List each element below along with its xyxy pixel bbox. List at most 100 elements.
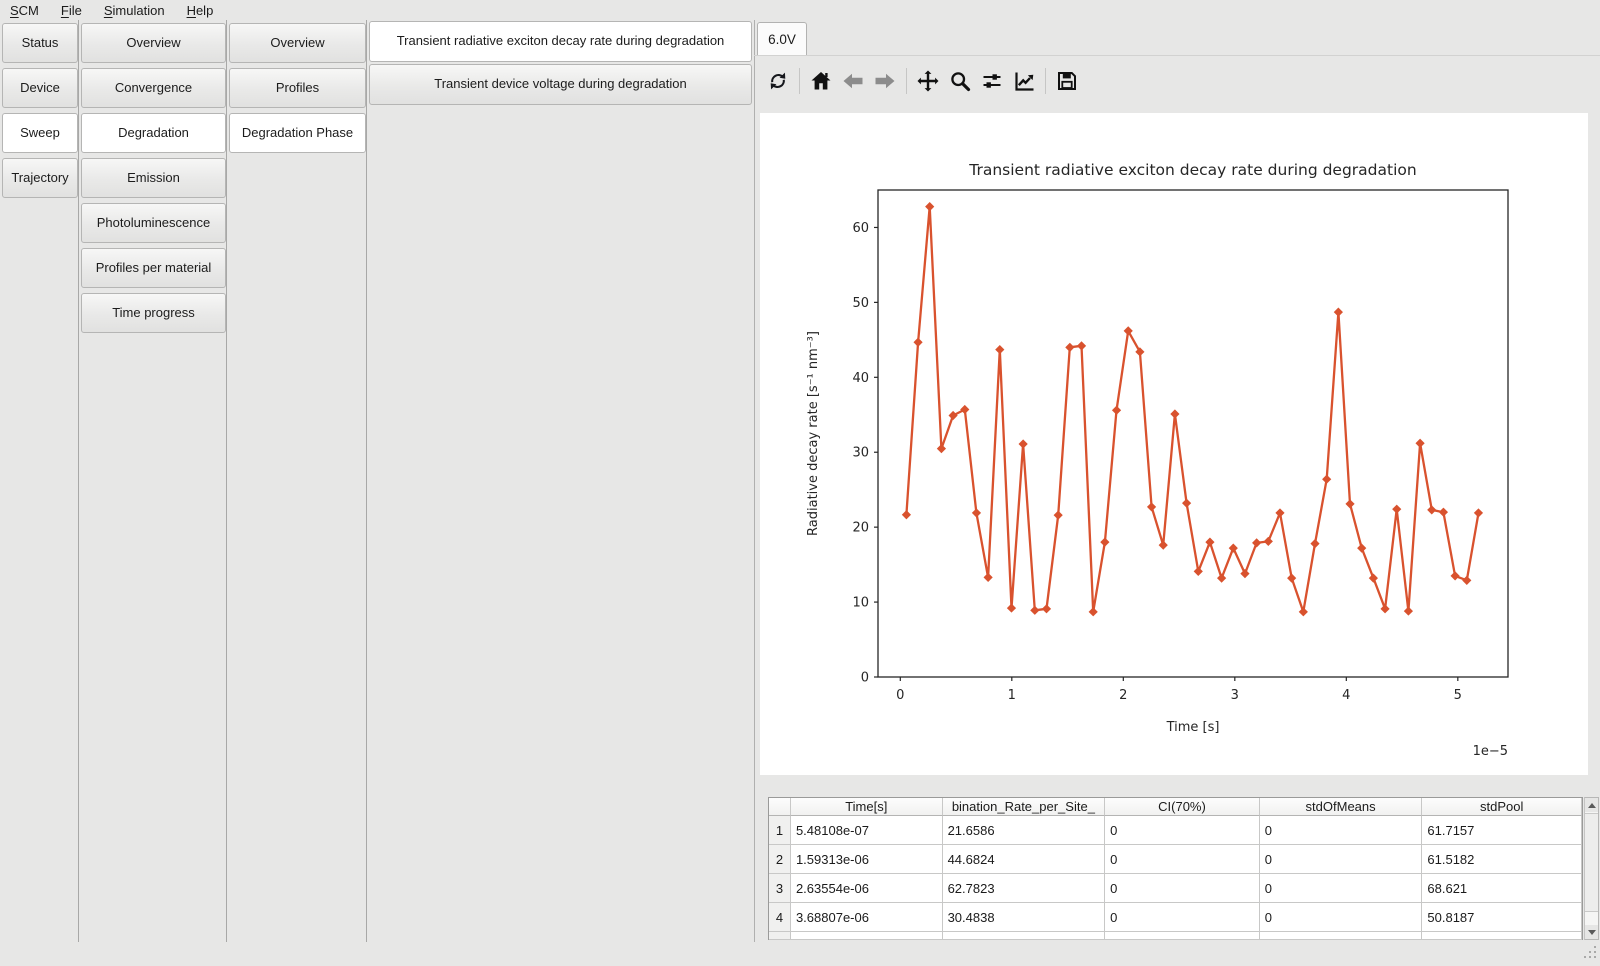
- table-cell[interactable]: 2.63554e-06: [791, 874, 943, 903]
- nav-col2-emission[interactable]: Emission: [81, 158, 226, 198]
- svg-text:1e−5: 1e−5: [1473, 744, 1508, 759]
- scrollbar-thumb[interactable]: [1585, 813, 1598, 912]
- table-cell[interactable]: 44.6824: [943, 845, 1106, 874]
- pan-icon[interactable]: [915, 66, 941, 96]
- axes-icon[interactable]: [1011, 66, 1037, 96]
- table-header-row: Time[s]bination_Rate_per_Site_CI(70%)std…: [769, 798, 1582, 816]
- nav-col1-trajectory[interactable]: Trajectory: [2, 158, 78, 198]
- arrow-down-icon: [1588, 930, 1596, 935]
- scroll-down-button[interactable]: [1585, 925, 1598, 939]
- refresh-icon[interactable]: [765, 66, 791, 96]
- nav-col2-convergence[interactable]: Convergence: [81, 68, 226, 108]
- table-cell[interactable]: 62.7823: [943, 874, 1106, 903]
- svg-text:5: 5: [1454, 688, 1462, 703]
- home-icon[interactable]: [808, 66, 834, 96]
- row-number[interactable]: 4: [769, 903, 791, 932]
- table-cell[interactable]: 0: [1260, 816, 1423, 845]
- toolbar-separator: [906, 68, 907, 94]
- scroll-up-button[interactable]: [1585, 798, 1598, 812]
- table-cell[interactable]: 61.5182: [1422, 845, 1582, 874]
- table-cell[interactable]: 5.48108e-07: [791, 816, 943, 845]
- nav-col1-sweep[interactable]: Sweep: [2, 113, 78, 153]
- table-cell: [1422, 932, 1582, 940]
- nav-col2-profiles-per-material[interactable]: Profiles per material: [81, 248, 226, 288]
- nav-col4-transient-device-voltage-during-degradat[interactable]: Transient device voltage during degradat…: [369, 64, 752, 105]
- table-row[interactable]: 32.63554e-0662.78230068.621: [769, 874, 1582, 903]
- svg-text:10: 10: [852, 596, 869, 611]
- table-cell[interactable]: 1.59313e-06: [791, 845, 943, 874]
- table-cell[interactable]: 61.7157: [1422, 816, 1582, 845]
- menu-help[interactable]: Help: [187, 3, 214, 18]
- svg-text:Radiative decay rate [s⁻¹ nm⁻³: Radiative decay rate [s⁻¹ nm⁻³]: [806, 331, 821, 536]
- table-row[interactable]: 21.59313e-0644.68240061.5182: [769, 845, 1582, 874]
- table-cell[interactable]: 3.68807e-06: [791, 903, 943, 932]
- nav-col2-photoluminescence[interactable]: Photoluminescence: [81, 203, 226, 243]
- table-header-stdpool[interactable]: stdPool: [1422, 798, 1582, 816]
- save-icon[interactable]: [1054, 66, 1080, 96]
- svg-text:2: 2: [1119, 688, 1127, 703]
- nav-col2-overview[interactable]: Overview: [81, 23, 226, 63]
- data-table[interactable]: Time[s]bination_Rate_per_Site_CI(70%)std…: [768, 797, 1583, 940]
- nav-col1-device[interactable]: Device: [2, 68, 78, 108]
- tab-6.0V[interactable]: 6.0V: [757, 22, 807, 55]
- table-cell[interactable]: 0: [1105, 874, 1260, 903]
- svg-text:60: 60: [852, 221, 869, 236]
- table-cell[interactable]: 0: [1105, 845, 1260, 874]
- svg-text:0: 0: [896, 688, 904, 703]
- table-row[interactable]: 43.68807e-0630.48380050.8187: [769, 903, 1582, 932]
- svg-text:Transient radiative exciton de: Transient radiative exciton decay rate d…: [968, 161, 1416, 179]
- table-header-corner[interactable]: [769, 798, 791, 816]
- subplots-icon[interactable]: [979, 66, 1005, 96]
- nav-col3-profiles[interactable]: Profiles: [229, 68, 366, 108]
- row-number[interactable]: 3: [769, 874, 791, 903]
- table-cell[interactable]: 68.621: [1422, 874, 1582, 903]
- table-cell[interactable]: 30.4838: [943, 903, 1106, 932]
- table-cell[interactable]: 0: [1105, 903, 1260, 932]
- table-cell[interactable]: 0: [1105, 816, 1260, 845]
- degradation-chart[interactable]: Transient radiative exciton decay rate d…: [760, 113, 1588, 775]
- table-cell[interactable]: 0: [1260, 845, 1423, 874]
- menu-file[interactable]: File: [61, 3, 82, 18]
- forward-icon[interactable]: [872, 66, 898, 96]
- table-header-bination-rate-per-site[interactable]: bination_Rate_per_Site_: [943, 798, 1106, 816]
- row-number[interactable]: 2: [769, 845, 791, 874]
- svg-text:40: 40: [852, 371, 869, 386]
- figure-canvas[interactable]: Transient radiative exciton decay rate d…: [760, 113, 1588, 775]
- table-row[interactable]: 15.48108e-0721.65860061.7157: [769, 816, 1582, 845]
- svg-text:Time [s]: Time [s]: [1166, 720, 1220, 735]
- table-cell[interactable]: 0: [1260, 874, 1423, 903]
- nav-col2-degradation[interactable]: Degradation: [81, 113, 226, 153]
- svg-text:1: 1: [1008, 688, 1016, 703]
- menu-simulation[interactable]: Simulation: [104, 3, 165, 18]
- nav-col1-status[interactable]: Status: [2, 23, 78, 63]
- main-panel-border: [754, 20, 755, 942]
- table-cell: [1260, 932, 1423, 940]
- table-vertical-scrollbar[interactable]: [1584, 797, 1599, 940]
- size-grip[interactable]: [1584, 946, 1598, 960]
- menu-scm[interactable]: SCM: [10, 3, 39, 18]
- table-cell[interactable]: 21.6586: [943, 816, 1106, 845]
- table-row-partial: [769, 932, 1582, 940]
- menubar: SCM File Simulation Help: [0, 0, 1600, 21]
- tabbar-baseline: [754, 55, 1600, 56]
- arrow-up-icon: [1588, 803, 1596, 808]
- table-header-stdofmeans[interactable]: stdOfMeans: [1260, 798, 1423, 816]
- nav-col3-degradation-phase[interactable]: Degradation Phase: [229, 113, 366, 153]
- table-header-time-s[interactable]: Time[s]: [791, 798, 943, 816]
- table-header-ci-70[interactable]: CI(70%): [1105, 798, 1260, 816]
- table-cell[interactable]: 0: [1260, 903, 1423, 932]
- nav-col2-time-progress[interactable]: Time progress: [81, 293, 226, 333]
- row-number[interactable]: 1: [769, 816, 791, 845]
- nav-col3-overview[interactable]: Overview: [229, 23, 366, 63]
- svg-text:3: 3: [1231, 688, 1239, 703]
- plot-toolbar: [762, 64, 1083, 98]
- back-icon[interactable]: [840, 66, 866, 96]
- toolbar-separator: [1045, 68, 1046, 94]
- table-cell[interactable]: 50.8187: [1422, 903, 1582, 932]
- nav-col4-transient-radiative-exciton-decay-rate-d[interactable]: Transient radiative exciton decay rate d…: [369, 21, 752, 62]
- table-cell: [943, 932, 1106, 940]
- svg-text:20: 20: [852, 521, 869, 536]
- zoom-icon[interactable]: [947, 66, 973, 96]
- table-cell: [769, 932, 791, 940]
- tab-6.0V-label: 6.0V: [768, 32, 796, 47]
